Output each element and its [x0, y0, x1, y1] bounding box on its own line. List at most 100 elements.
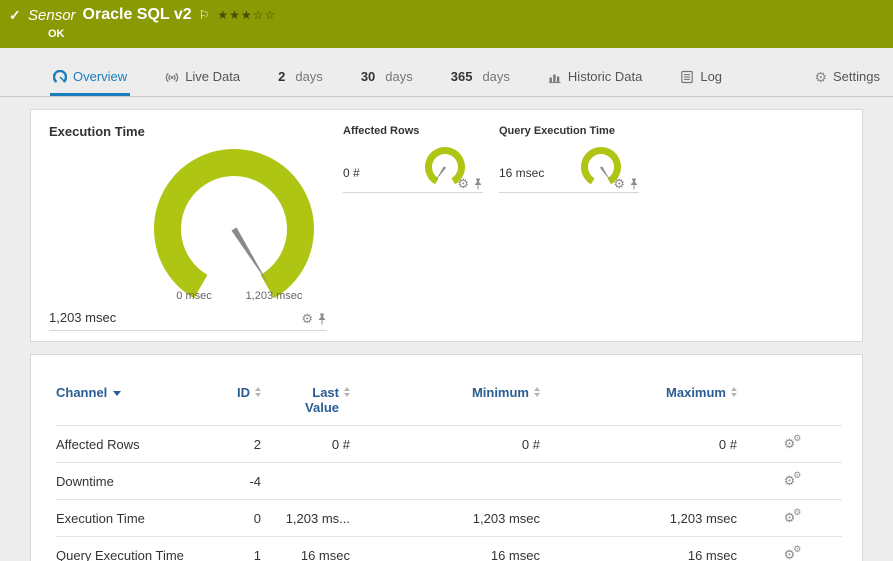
channel-last-value: 16 msec — [261, 536, 350, 561]
channel-last-value: 0 # — [261, 425, 350, 463]
channel-id: -4 — [201, 462, 261, 500]
sensor-title: Oracle SQL v2 — [82, 6, 192, 23]
channel-minimum — [350, 462, 540, 500]
caret-down-icon — [113, 391, 122, 397]
sort-icon — [255, 387, 261, 397]
gauge-scale-min: 0 msec — [176, 290, 212, 302]
tab-2-days[interactable]: 2 days — [275, 60, 326, 96]
sensor-title-row: Sensor Oracle SQL v2 ⚐ ★★★☆☆ — [28, 6, 276, 24]
tab-number: 2 — [278, 69, 286, 84]
tab-historic-data[interactable]: Historic Data — [545, 60, 645, 96]
tab-overview[interactable]: Overview — [50, 60, 131, 96]
tab-bar: Overview Live Data 2 days 30 days 365 da… — [0, 60, 893, 97]
tab-label: Historic Data — [567, 69, 643, 84]
col-label: Maximum — [666, 385, 726, 400]
gear-icon[interactable]: ⚙ — [301, 312, 313, 325]
col-channel[interactable]: Channel — [56, 385, 201, 426]
tab-label: Live Data — [185, 69, 241, 84]
channel-name: Downtime — [56, 462, 201, 500]
gauge-dial: 0 # ⚙ — [343, 141, 483, 193]
tab-number: 30 — [360, 69, 376, 84]
tab-365-days[interactable]: 365 days — [448, 60, 513, 96]
gear-icon[interactable]: ⚙ — [457, 177, 469, 190]
channel-maximum: 0 # — [540, 425, 737, 463]
channel-minimum: 1,203 msec — [350, 499, 540, 537]
gauge-icon — [53, 69, 67, 83]
tab-label: Settings — [833, 69, 880, 84]
log-list-icon — [681, 70, 694, 83]
col-minimum[interactable]: Minimum — [350, 385, 540, 426]
channels-panel: Channel ID Last Value Minimum Maximum Af… — [30, 354, 863, 561]
channel-row: Execution Time 0 1,203 ms... 1,203 msec … — [56, 499, 842, 537]
channel-settings-icon[interactable]: ⚙ ⚙ — [784, 544, 802, 561]
gauge-title: Query Execution Time — [499, 125, 615, 137]
affected-rows-gauge: Affected Rows 0 # ⚙ — [343, 124, 483, 193]
gauge-value: 1,203 msec — [49, 310, 117, 325]
channel-settings-icon[interactable]: ⚙ ⚙ — [784, 470, 802, 489]
execution-time-gauge: Execution Time 0 msec 1,203 msec 1,203 m… — [49, 124, 327, 331]
col-last-value[interactable]: Last Value — [261, 385, 350, 426]
channel-maximum: 1,203 msec — [540, 499, 737, 537]
gauge-dial: 16 msec ⚙ — [499, 141, 639, 193]
tab-30-days[interactable]: 30 days — [358, 60, 416, 96]
tab-label: days — [482, 69, 510, 84]
channel-id: 2 — [201, 425, 261, 463]
gauge-footer: 1,203 msec ⚙ — [49, 310, 327, 331]
channel-name: Execution Time — [56, 499, 201, 537]
gauge-arc — [154, 149, 314, 299]
gauge-value: 16 msec — [499, 166, 545, 180]
gauge-title: Affected Rows — [343, 125, 420, 137]
flag-icon[interactable]: ⚐ — [199, 8, 210, 22]
channel-last-value — [261, 462, 350, 500]
channel-settings-icon[interactable]: ⚙ ⚙ — [784, 433, 802, 452]
sort-icon — [534, 387, 540, 397]
tab-label: days — [385, 69, 413, 84]
gauges-panel: Execution Time 0 msec 1,203 msec 1,203 m… — [30, 109, 863, 342]
gear-icon: ⚙ — [814, 68, 828, 85]
sort-icon — [344, 387, 350, 397]
channel-name: Query Execution Time — [56, 536, 201, 561]
col-label: Last Value — [305, 385, 339, 415]
channels-table: Channel ID Last Value Minimum Maximum Af… — [56, 385, 842, 561]
col-label: ID — [237, 385, 250, 400]
col-label: Channel — [56, 385, 108, 400]
tab-number: 365 — [450, 69, 473, 84]
channel-id: 1 — [201, 536, 261, 561]
channel-name: Affected Rows — [56, 425, 201, 463]
tab-log[interactable]: Log — [677, 60, 725, 96]
ok-check-icon: ✓ — [9, 7, 21, 23]
channel-minimum: 16 msec — [350, 536, 540, 561]
tab-label: Log — [700, 69, 723, 84]
channel-maximum: 16 msec — [540, 536, 737, 561]
tab-settings[interactable]: ⚙ Settings — [811, 60, 883, 96]
channel-settings-icon[interactable]: ⚙ ⚙ — [784, 507, 802, 526]
col-maximum[interactable]: Maximum — [540, 385, 737, 426]
sort-icon — [731, 387, 737, 397]
tab-label: days — [295, 69, 323, 84]
priority-stars[interactable]: ★★★☆☆ — [217, 8, 276, 22]
table-header-row: Channel ID Last Value Minimum Maximum — [56, 385, 842, 426]
col-id[interactable]: ID — [201, 385, 261, 426]
channel-row: Query Execution Time 1 16 msec 16 msec 1… — [56, 536, 842, 561]
object-kind-label: Sensor — [28, 6, 76, 24]
bar-chart-icon — [548, 74, 561, 83]
channel-row: Downtime -4 ⚙ ⚙ — [56, 462, 842, 500]
sensor-header: ✓ Sensor Oracle SQL v2 ⚐ ★★★☆☆ OK — [0, 0, 893, 48]
tab-live-data[interactable]: Live Data — [162, 60, 243, 96]
col-settings — [737, 385, 842, 426]
gauge-dial: 0 msec 1,203 msec — [49, 144, 327, 306]
tab-label: Overview — [73, 69, 128, 84]
pin-icon[interactable] — [629, 178, 639, 190]
gauge-title: Execution Time — [49, 124, 145, 139]
broadcast-icon — [166, 72, 179, 82]
channel-id: 0 — [201, 499, 261, 537]
channel-maximum — [540, 462, 737, 500]
gauge-value: 0 # — [343, 166, 360, 180]
pin-icon[interactable] — [473, 178, 483, 190]
query-execution-time-gauge: Query Execution Time 16 msec ⚙ — [499, 124, 639, 193]
pin-icon[interactable] — [317, 313, 327, 325]
channel-row: Affected Rows 2 0 # 0 # 0 # ⚙ ⚙ — [56, 425, 842, 463]
channel-minimum: 0 # — [350, 425, 540, 463]
gauge-scale-max: 1,203 msec — [245, 290, 303, 302]
gear-icon[interactable]: ⚙ — [613, 177, 625, 190]
